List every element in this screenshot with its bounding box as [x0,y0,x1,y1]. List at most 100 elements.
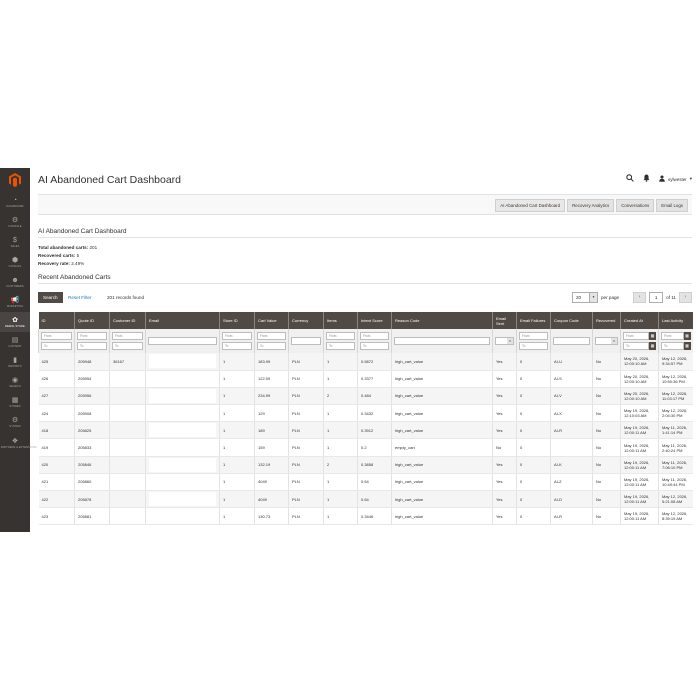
cell-items: 1 [323,473,358,492]
table-row[interactable]: 425 205948 36167 1 183.99 PLN 1 0.5872 high_cart… [38,353,693,371]
reset-filter-link[interactable]: Reset Filter [68,295,92,300]
cell-email [145,456,220,474]
calendar-icon[interactable]: ▦ [649,342,656,350]
column-header-email[interactable]: Email [145,312,220,329]
filter-date-to-input[interactable]: To [661,342,684,350]
filter-date-from-input[interactable]: From [623,332,649,340]
sidebar-item-marketing[interactable]: 📢 Marketing [0,292,30,312]
magento-logo[interactable] [0,168,30,192]
filter-to-input[interactable]: To [360,342,389,350]
column-header-intent-score[interactable]: Intent Score [357,312,392,329]
grid-header-row: ID Quote ID Customer ID Email Store ID Cart V… [38,312,693,329]
sidebar-item-dewal-store[interactable]: ✿ Dewal Store [0,312,30,332]
tab-conversations[interactable]: Conversations [616,199,655,212]
table-row[interactable]: 427 205956 1 234.99 PLN 2 0.484 high_cart_value… [38,387,693,406]
calendar-icon[interactable]: ▦ [649,332,656,340]
table-row[interactable]: 418 205825 1 189 PLN 1 0.3912 high_cart_value Ye… [38,421,693,440]
per-page-select[interactable]: 20 ▾ [571,292,598,303]
table-row[interactable]: 426 205954 1 122.09 PLN 1 0.3377 high_cart_valu… [38,370,693,388]
table-row[interactable]: 424 205908 1 129 PLN 1 0.3432 high_cart_value Ye… [38,404,693,423]
sidebar-item-dashboard[interactable]: ◔ Dashboard [0,192,30,212]
filter-select[interactable]: ▾ [495,337,514,345]
cell-coupon [550,438,593,457]
cell-created: May 20, 2026, 12:00:10 AM [620,387,659,406]
tab-email-logs[interactable]: Email Logs [656,199,688,212]
filter-to-input[interactable]: To [222,342,252,350]
filter-to-input[interactable]: To [77,342,107,350]
column-header-created-at[interactable]: Created At [620,312,659,329]
cell-email [145,438,220,457]
column-header-customer-id[interactable]: Customer ID [109,312,146,329]
bell-icon[interactable] [643,174,650,184]
filter-to-input[interactable]: To [519,342,548,350]
filter-text-input[interactable] [148,337,217,345]
filter-from-input[interactable]: From [257,332,286,340]
filter-from-input[interactable]: From [222,332,252,340]
sidebar-item-label: Catalog [8,264,22,268]
cell-customer [109,473,146,492]
table-row[interactable]: 421 205860 1 4049 PLN 1 0.64 high_cart_value Yes… [38,473,693,492]
user-menu[interactable]: sylwester ▾ [659,174,692,184]
calendar-icon[interactable]: ▦ [683,342,691,350]
filter-text-input[interactable] [553,337,590,345]
sidebar-item-catalog[interactable]: ⬢ Catalog [0,252,30,272]
filter-from-input[interactable]: From [41,332,72,340]
sidebar-item-console[interactable]: ⚙ Console [0,212,30,232]
column-header-items[interactable]: Items [323,312,358,329]
tab-ai-abandoned-cart-dashboard[interactable]: AI Abandoned Cart Dashboard [495,199,566,212]
filter-to-input[interactable]: To [41,342,72,350]
cell-sent: Yes [492,473,517,492]
admin-sidebar: ◔ Dashboard ⚙ Console $ Sales ⬢ Catalog ☻ Custome… [0,168,36,532]
column-header-email-failures[interactable]: Email Failures [516,312,551,329]
sidebar-item-reports[interactable]: ▮ Reports [0,352,30,372]
sidebar-item-search[interactable]: ◉ Search [0,372,30,392]
column-header-reason-code[interactable]: Reason Code [391,312,493,329]
sidebar-item-content[interactable]: ▤ Content [0,332,30,352]
table-row[interactable]: 423 205881 1 130.73 PLN 1 0.3446 high_cart_valu… [38,507,693,526]
filter-text-input[interactable] [291,337,321,345]
column-header-id[interactable]: ID [38,312,75,329]
column-header-recovered[interactable]: Recovered [592,312,621,329]
column-header-currency[interactable]: Currency [288,312,324,329]
filter-from-input[interactable]: From [112,332,143,340]
column-header-quote-id[interactable]: Quote ID [74,312,110,329]
filter-date-from-input[interactable]: From [661,332,684,340]
cell-value: 4049 [254,490,289,509]
page-title: AI Abandoned Cart Dashboard [38,174,182,186]
sidebar-item-stores[interactable]: ▦ Stores [0,392,30,412]
cell-items: 1 [323,490,358,509]
filter-to-input[interactable]: To [112,342,143,350]
filter-cell [391,329,493,353]
filter-text-input[interactable] [394,337,490,345]
filter-to-input[interactable]: To [257,342,286,350]
filter-date-to-input[interactable]: To [623,342,649,350]
filter-to-input[interactable]: To [326,342,355,350]
search-icon[interactable] [626,174,634,184]
tab-recovery-analytics[interactable]: Recovery Analytics [567,199,615,212]
sidebar-item-sales[interactable]: $ Sales [0,232,30,252]
column-header-last-activity[interactable]: Last Activity [658,312,693,329]
sidebar-item-system[interactable]: ⚙ System [0,412,30,432]
cell-coupon: AI-K [550,456,593,474]
column-header-cart-value[interactable]: Cart Value [254,312,289,329]
summary-title: AI Abandoned Cart Dashboard [38,228,127,235]
prev-page-button[interactable]: ‹ [633,292,647,303]
filter-select[interactable]: ▾ [595,337,618,345]
cell-store: 1 [219,370,255,388]
column-header-coupon-code[interactable]: Coupon Code [550,312,593,329]
calendar-icon[interactable]: ▦ [683,332,691,340]
filter-from-input[interactable]: From [360,332,389,340]
filter-from-input[interactable]: From [77,332,107,340]
column-header-store-id[interactable]: Store ID [219,312,255,329]
page-number-input[interactable]: 1 [649,292,664,303]
sidebar-item-find-partners-extensions[interactable]: ❖Find Partners & Extensions [0,432,36,454]
table-row[interactable]: 420 205846 1 132.19 PLN 2 0.3858 high_cart_valu… [38,456,693,474]
table-row[interactable]: 419 205833 1 159 PLN 1 0.2 empty_cart No 0 No May 1… [38,438,693,457]
filter-from-input[interactable]: From [326,332,355,340]
table-row[interactable]: 422 205878 1 4049 PLN 1 0.64 high_cart_value Yes… [38,490,693,509]
sidebar-item-customers[interactable]: ☻ Customers [0,272,30,292]
next-page-button[interactable]: › [679,292,692,303]
filter-from-input[interactable]: From [519,332,548,340]
search-button[interactable]: Search [38,292,63,303]
column-header-email-sent[interactable]: Email Sent [492,312,517,329]
